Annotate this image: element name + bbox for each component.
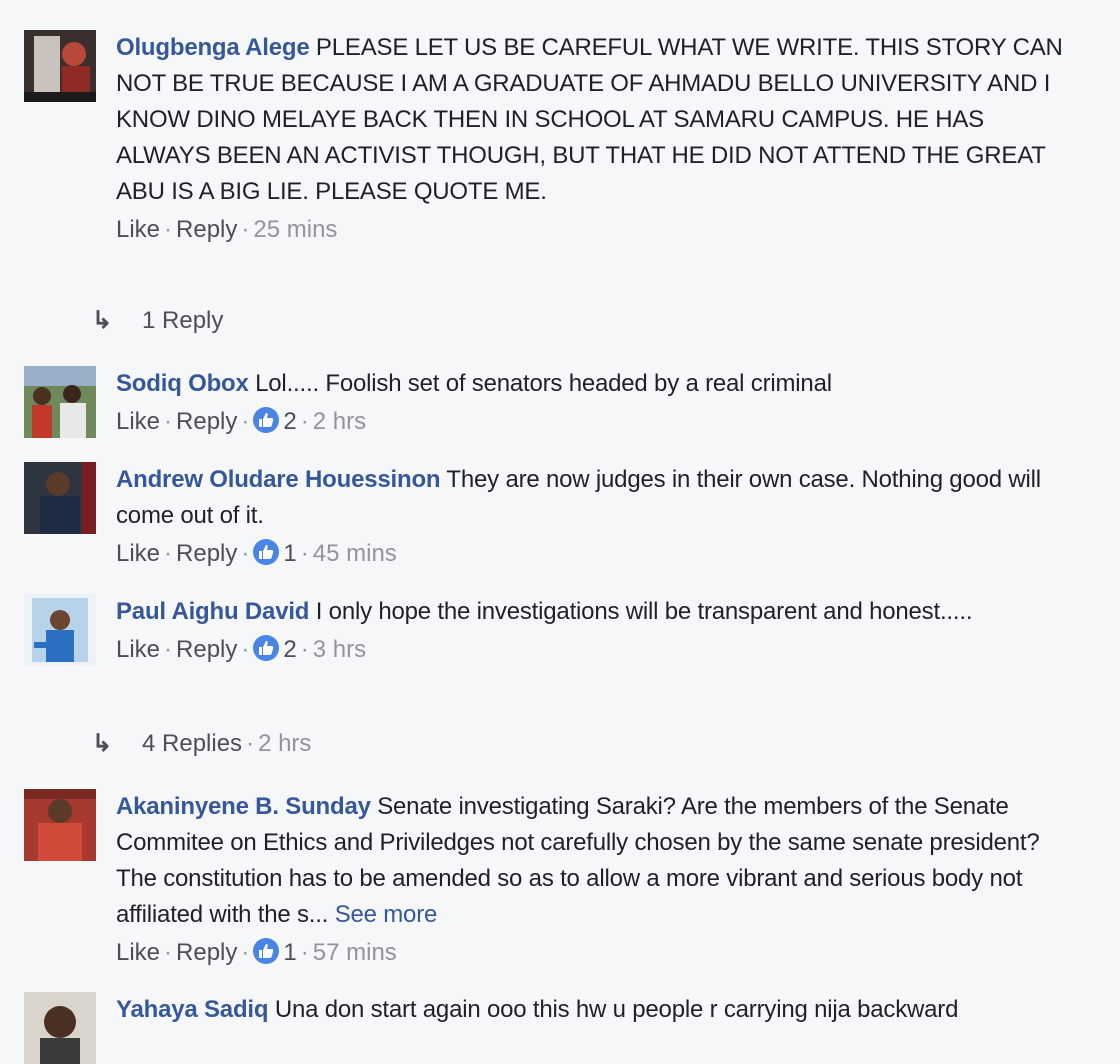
comment-text: Sodiq Obox Lol..... Foolish set of senat… (116, 366, 1076, 402)
comment-author[interactable]: Olugbenga Alege (116, 34, 310, 61)
reply-arrow-icon: ↳ (92, 730, 113, 757)
reaction-count[interactable]: 1 (283, 540, 296, 567)
thumbs-up-icon[interactable] (253, 539, 280, 565)
comment-actions: Like · Reply · 2 · 2 hrs (116, 404, 1076, 440)
thumbs-up-icon[interactable] (253, 938, 280, 964)
avatar[interactable] (24, 992, 96, 1064)
comment-actions: Like · Reply · 1 · 45 mins (116, 536, 1076, 572)
comment-text: Paul Aighu David I only hope the investi… (116, 594, 1076, 630)
separator: · (164, 540, 173, 567)
comment-text: Yahaya Sadiq Una don start again ooo thi… (116, 992, 1076, 1028)
comment-actions: Like · Reply · 25 mins (116, 212, 1076, 248)
separator: · (164, 216, 173, 243)
reaction-count[interactable]: 1 (283, 939, 296, 966)
reaction-count[interactable]: 2 (283, 408, 296, 435)
reply-arrow-icon: ↳ (92, 307, 113, 334)
comment-body: Una don start again ooo this hw u people… (268, 996, 959, 1023)
separator: · (164, 636, 173, 663)
reply-link[interactable]: Reply (176, 540, 237, 567)
like-link[interactable]: Like (116, 939, 160, 966)
comment-actions: Like · Reply · 2 · 3 hrs (116, 632, 1076, 668)
like-link[interactable]: Like (116, 636, 160, 663)
comment-text: Olugbenga Alege PLEASE LET US BE CAREFUL… (116, 30, 1076, 210)
timestamp[interactable]: 45 mins (313, 540, 397, 567)
replies-count[interactable]: 4 Replies (142, 730, 242, 757)
comment-text: Akaninyene B. Sunday Senate investigatin… (116, 789, 1076, 933)
separator: · (241, 540, 250, 567)
comment-author[interactable]: Akaninyene B. Sunday (116, 793, 371, 820)
view-replies[interactable]: ↳ 1 Reply (92, 303, 223, 339)
separator: · (164, 939, 173, 966)
avatar[interactable] (24, 30, 96, 102)
separator: · (300, 540, 309, 567)
reply-link[interactable]: Reply (176, 939, 237, 966)
separator: · (300, 636, 309, 663)
timestamp[interactable]: 2 hrs (258, 730, 311, 757)
separator: · (164, 408, 173, 435)
comment-text: Andrew Oludare Houessinon They are now j… (116, 462, 1076, 534)
view-replies[interactable]: ↳ 4 Replies · 2 hrs (92, 726, 311, 762)
avatar[interactable] (24, 366, 96, 438)
thumbs-up-icon[interactable] (253, 407, 280, 433)
timestamp[interactable]: 3 hrs (313, 636, 366, 663)
reply-link[interactable]: Reply (176, 216, 237, 243)
comment-body: Lol..... Foolish set of senators headed … (248, 370, 832, 397)
timestamp[interactable]: 2 hrs (313, 408, 366, 435)
reaction-count[interactable]: 2 (283, 636, 296, 663)
comment-author[interactable]: Sodiq Obox (116, 370, 249, 397)
separator: · (241, 216, 250, 243)
comment-actions: Like · Reply · 1 · 57 mins (116, 935, 1076, 971)
comment-author[interactable]: Yahaya Sadiq (116, 996, 269, 1023)
separator: · (241, 636, 250, 663)
separator: · (300, 408, 309, 435)
timestamp[interactable]: 57 mins (313, 939, 397, 966)
separator: · (241, 408, 250, 435)
separator: · (300, 939, 309, 966)
avatar[interactable] (24, 462, 96, 534)
see-more-link[interactable]: See more (335, 901, 438, 928)
reply-link[interactable]: Reply (176, 636, 237, 663)
timestamp[interactable]: 25 mins (253, 216, 337, 243)
comment-body: I only hope the investigations will be t… (309, 598, 973, 625)
comment-author[interactable]: Andrew Oludare Houessinon (116, 466, 441, 493)
comment-author[interactable]: Paul Aighu David (116, 598, 309, 625)
like-link[interactable]: Like (116, 408, 160, 435)
reply-link[interactable]: Reply (176, 408, 237, 435)
avatar[interactable] (24, 594, 96, 666)
separator: · (241, 939, 250, 966)
like-link[interactable]: Like (116, 540, 160, 567)
thumbs-up-icon[interactable] (253, 635, 280, 661)
replies-count[interactable]: 1 Reply (142, 307, 223, 334)
avatar[interactable] (24, 789, 96, 861)
separator: · (246, 730, 255, 757)
like-link[interactable]: Like (116, 216, 160, 243)
